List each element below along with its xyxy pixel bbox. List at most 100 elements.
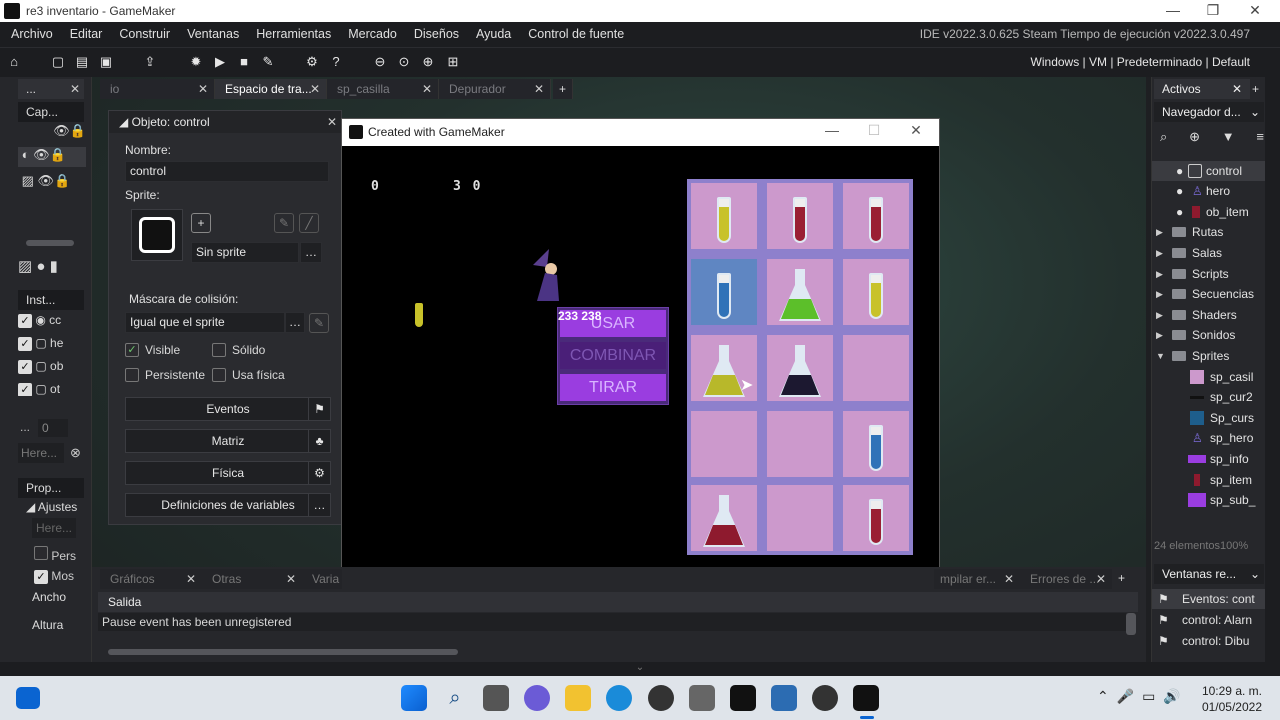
- name-field[interactable]: control: [125, 161, 329, 182]
- inventory-slot[interactable]: [767, 259, 833, 325]
- task-view-icon[interactable]: [483, 685, 509, 711]
- search-icon[interactable]: ⌕: [442, 685, 468, 711]
- save-icon[interactable]: ▣: [96, 52, 116, 72]
- store-icon[interactable]: [689, 685, 715, 711]
- obs-icon[interactable]: [812, 685, 838, 711]
- layer-tool-icons[interactable]: ▨ ● ▮: [18, 257, 82, 279]
- matrix-button[interactable]: Matriz ♣: [125, 429, 331, 453]
- tab-variables[interactable]: Varia: [302, 569, 342, 589]
- folder-rutas[interactable]: ▶ Rutas: [1152, 222, 1266, 242]
- debug-icon[interactable]: ✹: [186, 52, 206, 72]
- layer-row-selected[interactable]: ◐ 👁🔒: [18, 147, 86, 167]
- edit-sprite-icon[interactable]: ✎: [274, 213, 294, 233]
- widgets-icon[interactable]: [16, 687, 40, 709]
- tab-sp-casilla[interactable]: sp_casilla ✕: [327, 79, 439, 99]
- close-icon[interactable]: ✕: [198, 79, 208, 99]
- sprite-sp-sub[interactable]: sp_sub_: [1152, 490, 1266, 510]
- restore-icon[interactable]: ❐: [1198, 2, 1228, 19]
- mos-row[interactable]: ✓ Mos: [34, 569, 74, 584]
- tab-errors[interactable]: Errores de ... ✕: [1020, 569, 1112, 589]
- folder-scripts[interactable]: ▶ Scripts: [1152, 264, 1266, 284]
- edge-icon[interactable]: [606, 685, 632, 711]
- inventory-slot[interactable]: [767, 485, 833, 551]
- mask-select[interactable]: Igual que el sprite: [125, 312, 285, 333]
- home-icon[interactable]: ⌂: [4, 52, 24, 72]
- sprite-sp-casil[interactable]: sp_casil: [1152, 367, 1266, 387]
- app-icon[interactable]: [648, 685, 674, 711]
- menu-herramientas[interactable]: Herramientas: [250, 22, 337, 47]
- close-icon[interactable]: ✕: [286, 569, 296, 589]
- tab-workspace[interactable]: Espacio de tra... ✕: [215, 79, 327, 99]
- tab-otras[interactable]: Otras ✕: [202, 569, 302, 589]
- variable-definitions-button[interactable]: Definiciones de variables…: [125, 493, 331, 517]
- minimize-icon[interactable]: —: [1158, 2, 1188, 18]
- open-folder-icon[interactable]: ▤: [72, 52, 92, 72]
- instances-dropdown[interactable]: Inst...: [18, 290, 84, 310]
- pers-row[interactable]: Pers: [34, 546, 76, 563]
- ajustes-section[interactable]: ◢ Ajustes: [26, 500, 77, 514]
- physics-checkbox[interactable]: Usa física: [212, 368, 285, 382]
- zoom-out-icon[interactable]: ⊖: [370, 52, 390, 72]
- left-tab[interactable]: ...: [18, 79, 62, 99]
- throw-button[interactable]: TIRAR: [560, 374, 666, 401]
- menu-archivo[interactable]: Archivo: [5, 22, 59, 47]
- close-icon[interactable]: ✕: [327, 111, 337, 133]
- sprite-more-button[interactable]: …: [300, 242, 322, 263]
- settings-icon[interactable]: ⚙: [302, 52, 322, 72]
- right-collapse-strip[interactable]: [1265, 77, 1280, 662]
- close-icon[interactable]: ✕: [1232, 79, 1242, 99]
- tree-item-hero[interactable]: ● ♙ hero: [1152, 181, 1266, 201]
- zoom-in-icon[interactable]: ⊕: [418, 52, 438, 72]
- inventory-slot[interactable]: [843, 259, 909, 325]
- filter-icon[interactable]: ▼: [1222, 129, 1235, 145]
- close-icon[interactable]: ✕: [1096, 569, 1106, 589]
- instance-search-input[interactable]: Here...: [18, 443, 64, 463]
- close-icon[interactable]: ✕: [422, 79, 432, 99]
- instance-row[interactable]: ✓ ▢ ot: [18, 382, 86, 396]
- minimize-icon[interactable]: —: [817, 122, 847, 138]
- tab-depurador[interactable]: Depurador ✕: [439, 79, 551, 99]
- grid-icon[interactable]: ⊞: [443, 52, 463, 72]
- layer-visibility-icon[interactable]: 👁🔒: [18, 123, 86, 143]
- help-icon[interactable]: ?: [326, 52, 346, 72]
- inventory-slot-selected[interactable]: [691, 259, 757, 325]
- menu-disenos[interactable]: Diseños: [408, 22, 465, 47]
- inventory-slot[interactable]: [691, 411, 757, 477]
- physics-button[interactable]: Física ⚙: [125, 461, 331, 485]
- assets-tab[interactable]: Activos ✕: [1154, 79, 1250, 99]
- mask-more-button[interactable]: …: [285, 312, 305, 333]
- target-selector[interactable]: Windows | VM | Predeterminado | Default: [1031, 55, 1250, 69]
- system-tray-icons[interactable]: ⌃🎤▭🔊: [1097, 688, 1189, 705]
- photos-icon[interactable]: [771, 685, 797, 711]
- events-button[interactable]: Eventos ⚑: [125, 397, 331, 421]
- sprite-sp-cur2[interactable]: sp_cur2: [1152, 387, 1266, 407]
- event-window-item[interactable]: ⚑ control: Dibu: [1152, 631, 1266, 651]
- tab-graficos[interactable]: Gráficos ✕: [100, 569, 202, 589]
- solid-checkbox[interactable]: Sólido: [212, 343, 265, 357]
- inventory-slot[interactable]: [767, 411, 833, 477]
- add-tab-icon[interactable]: +: [1252, 79, 1259, 99]
- inventory-slot[interactable]: [843, 485, 909, 551]
- gamemaker-active-icon[interactable]: [853, 685, 879, 711]
- menu-icon[interactable]: ≡: [1256, 129, 1264, 145]
- sprite-sp-item[interactable]: sp_item: [1152, 470, 1266, 490]
- menu-construir[interactable]: Construir: [113, 22, 176, 47]
- new-sprite-icon[interactable]: +: [191, 213, 211, 233]
- close-icon[interactable]: ✕: [1004, 569, 1014, 589]
- game-window[interactable]: Created with GameMaker — ☐ ✕ 0 3 0 USAR …: [341, 118, 940, 594]
- brush-icon[interactable]: ╱: [299, 213, 319, 233]
- navigator-dropdown[interactable]: Navegador d... ⌄: [1154, 102, 1264, 122]
- tree-item-ob-item[interactable]: ● ob_item: [1152, 202, 1266, 222]
- folder-sonidos[interactable]: ▶ Sonidos: [1152, 325, 1266, 345]
- menu-control-fuente[interactable]: Control de fuente: [522, 22, 630, 47]
- inventory-slot[interactable]: [691, 183, 757, 249]
- sprite-sp-curs[interactable]: Sp_curs: [1152, 408, 1266, 428]
- gamemaker-icon[interactable]: [730, 685, 756, 711]
- output-hscrollbar[interactable]: [108, 649, 458, 655]
- stop-icon[interactable]: ■: [234, 52, 254, 72]
- inventory-slot[interactable]: [767, 183, 833, 249]
- windows-dropdown[interactable]: Ventanas re... ⌄: [1154, 564, 1264, 584]
- tree-item-control[interactable]: ● control: [1152, 161, 1266, 181]
- sprite-preview[interactable]: [131, 209, 183, 261]
- layers-scrollbar[interactable]: [26, 240, 74, 246]
